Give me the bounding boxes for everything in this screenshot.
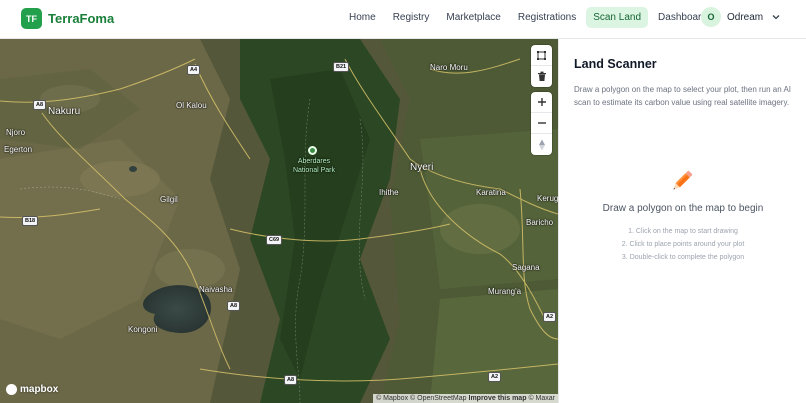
place-baricho: Baricho: [526, 218, 554, 227]
mapbox-logo[interactable]: mapbox: [6, 384, 58, 395]
chevron-down-icon: [772, 15, 780, 20]
zoom-in-icon[interactable]: [531, 92, 552, 113]
place-kerug: Kerug: [537, 194, 558, 203]
place-karatina: Karatina: [476, 188, 506, 197]
map-attribution: © Mapbox © OpenStreetMap Improve this ma…: [373, 394, 558, 403]
zoom-out-icon[interactable]: [531, 113, 552, 134]
nav-registry[interactable]: Registry: [386, 7, 437, 28]
place-naro-moru: Naro Moru: [430, 63, 468, 72]
park-marker-icon[interactable]: [308, 146, 317, 155]
road-shield-a8-mid: A8: [227, 301, 241, 311]
draw-controls: [531, 45, 552, 87]
place-njoro: Njoro: [6, 128, 26, 137]
trash-icon[interactable]: [531, 66, 552, 87]
logo-badge: TF: [21, 8, 42, 29]
road-shield-a8-bottom: A8: [284, 375, 298, 385]
place-aberdares: Aberdares National Park: [292, 158, 336, 174]
attribution-mapbox-link[interactable]: © Mapbox: [376, 395, 408, 402]
satellite-imagery: [0, 39, 558, 403]
place-gilgil: Gilgil: [160, 195, 178, 204]
panel-title: Land Scanner: [574, 57, 657, 71]
mapbox-logo-icon: [6, 384, 17, 395]
user-name: Odream: [727, 11, 764, 23]
user-menu[interactable]: O Odream: [701, 7, 781, 27]
empty-state-title: Draw a polygon on the map to begin: [602, 203, 764, 214]
instruction-steps: 1. Click on the map to start drawing 2. …: [559, 226, 806, 264]
brand-logo[interactable]: TF TerraFoma: [21, 8, 114, 29]
attribution-maxar-link[interactable]: © Maxar: [528, 395, 555, 402]
step-2: 2. Click to place points around your plo…: [621, 240, 745, 248]
place-muranga: Murang'a: [488, 287, 522, 296]
nav-home[interactable]: Home: [342, 7, 383, 28]
polygon-draw-icon[interactable]: [531, 45, 552, 66]
place-sagana: Sagana: [512, 263, 540, 272]
land-scanner-panel: Land Scanner Draw a polygon on the map t…: [558, 39, 806, 403]
satellite-map[interactable]: Nakuru Ol Kalou Njoro Egerton Gilgil Nai…: [0, 39, 558, 403]
place-naivasha: Naivasha: [199, 285, 233, 294]
place-kongoni: Kongoni: [128, 325, 158, 334]
nav-registrations[interactable]: Registrations: [511, 7, 583, 28]
road-shield-c69: C69: [266, 235, 283, 245]
road-shield-b21: B21: [333, 62, 350, 72]
road-shield-a4: A4: [187, 65, 201, 75]
road-shield-a2: A2: [543, 312, 557, 322]
place-ol-kalou: Ol Kalou: [176, 101, 207, 110]
road-shield-a8: A8: [33, 100, 47, 110]
step-1: 1. Click on the map to start drawing: [628, 228, 738, 235]
road-shield-a2-bottom: A2: [488, 372, 502, 382]
attribution-osm-link[interactable]: © OpenStreetMap: [410, 395, 467, 402]
road-shield-b18: B18: [22, 216, 39, 226]
main-nav: Home Registry Marketplace Registrations …: [342, 7, 717, 28]
place-nyeri: Nyeri: [410, 162, 434, 173]
place-nakuru: Nakuru: [48, 106, 81, 117]
pencil-icon: [673, 170, 693, 190]
improve-map-link[interactable]: Improve this map: [469, 395, 527, 402]
nav-marketplace[interactable]: Marketplace: [439, 7, 507, 28]
step-3: 3. Double-click to complete the polygon: [621, 253, 745, 261]
place-ihithe: Ihithe: [379, 188, 399, 197]
navigation-controls: [531, 92, 552, 155]
top-navbar: TF TerraFoma Home Registry Marketplace R…: [0, 0, 806, 39]
brand-name: TerraFoma: [48, 11, 115, 26]
compass-icon[interactable]: [531, 134, 552, 155]
place-egerton: Egerton: [4, 145, 33, 154]
panel-description: Draw a polygon on the map to select your…: [574, 85, 792, 107]
nav-scan-land[interactable]: Scan Land: [586, 7, 649, 28]
avatar: O: [701, 7, 721, 27]
